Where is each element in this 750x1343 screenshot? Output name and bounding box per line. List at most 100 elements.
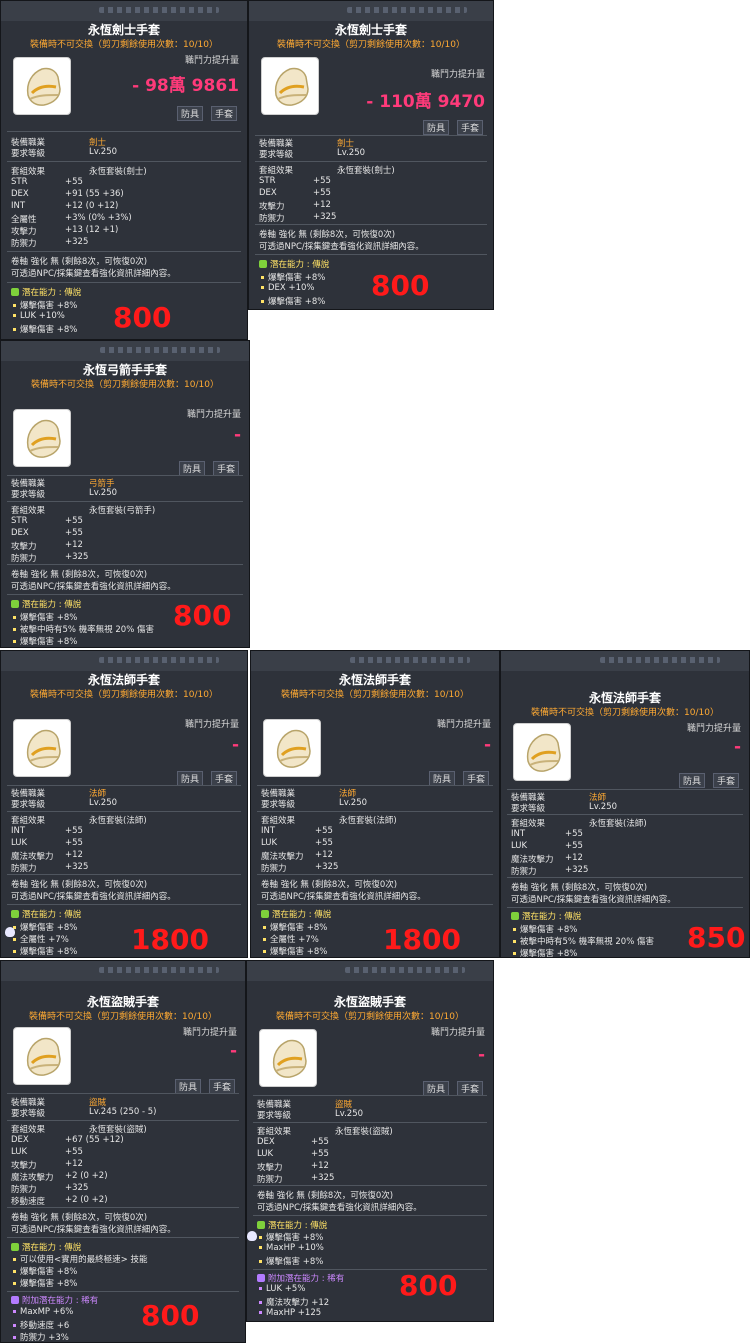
bullet-icon (261, 285, 264, 289)
power-label: 職鬥力提升量 (182, 1028, 237, 1038)
potential-text: 全屬性 +7% (20, 935, 69, 945)
stat-row: 防禦力 +325 (11, 1183, 88, 1195)
stat-value: +325 (65, 1183, 89, 1193)
set-label: 套組效果 (11, 167, 46, 177)
stat-row: 防禦力 +325 (11, 237, 88, 249)
stat-name: 魔法攻擊力 (511, 855, 554, 865)
glove-icon (13, 719, 71, 777)
bonus-potential-badge-icon (11, 1296, 19, 1304)
item-tooltip-card: 永恆盜賊手套 裝備時不可交換（剪刀剩餘使用次數：10/10） 職鬥力提升量 - … (0, 960, 246, 1343)
potential-label: 潛在能力 : 傳說 (272, 910, 332, 920)
stat-value: +55 (65, 516, 83, 526)
level-label: 要求等級 (11, 1109, 46, 1119)
set-row: 套組效果 永恆套裝(法師) (511, 817, 647, 829)
stat-value: +12 (565, 853, 583, 863)
stat-name: 防禦力 (259, 214, 285, 224)
stat-row: LUK +55 (11, 838, 83, 848)
stat-name: 防禦力 (11, 239, 37, 249)
scroll-info: 卷軸 強化 無 (剩餘8次，可恢復0次) (11, 570, 148, 580)
potential-line: 爆擊傷害 +8% (11, 323, 77, 335)
stat-row: 防禦力 +325 (261, 862, 338, 874)
potential-badge-icon (257, 1221, 265, 1229)
stat-row: LUK +55 (261, 838, 333, 848)
stat-value: +55 (65, 1147, 83, 1157)
stat-row: INT +12 (0 +12) (11, 201, 118, 211)
level-row: 要求等級 Lv.250 (11, 798, 117, 810)
potential-text: 爆擊傷害 +8% (268, 273, 326, 283)
npc-info: 可透過NPC/採集鍵查看強化資訊詳細內容。 (261, 892, 426, 902)
stat-row: 攻擊力 +12 (11, 540, 83, 552)
potential-text: 爆擊傷害 +8% (270, 923, 328, 933)
stat-row: 防禦力 +325 (11, 862, 88, 874)
stat-name: INT (11, 826, 26, 836)
bullet-icon (13, 1335, 16, 1339)
bullet-icon (261, 275, 264, 279)
glove-icon (13, 57, 71, 115)
stat-value: +325 (65, 862, 89, 872)
set-value: 永恆套裝(法師) (339, 816, 397, 826)
stat-value: +91 (55 +36) (65, 189, 124, 199)
power-label: 職鬥力提升量 (184, 720, 239, 730)
set-label: 套組效果 (511, 819, 546, 829)
stat-value: +12 (65, 540, 83, 550)
tag-armor: 防具 (174, 1079, 201, 1094)
scroll-info: 卷軸 強化 無 (剩餘8次，可恢復0次) (11, 257, 148, 267)
item-title: 永恆劍士手套 (87, 23, 160, 37)
stat-row: 防禦力 +325 (511, 865, 588, 877)
bullet-icon (513, 951, 516, 955)
potential-text: 爆擊傷害 +8% (266, 1233, 324, 1243)
level-value: Lv.250 (337, 148, 366, 158)
npc-info: 可透過NPC/採集鍵查看強化資訊詳細內容。 (259, 242, 424, 252)
potential-text: 爆擊傷害 +8% (520, 925, 578, 935)
potential-line: 被擊中時有5% 機率無視 20% 傷害 (11, 623, 154, 635)
stat-name: DEX (11, 189, 29, 199)
stat-row: DEX +55 (11, 528, 83, 538)
level-value: Lv.250 (335, 1109, 364, 1119)
npc-info: 可透過NPC/採集鍵查看強化資訊詳細內容。 (11, 269, 176, 279)
potential-line: 爆擊傷害 +8% (259, 271, 325, 283)
item-tooltip-card: 永恆法師手套 裝備時不可交換（剪刀剩餘使用次數：10/10） 職鬥力提升量 - … (0, 650, 248, 958)
stat-row: 攻擊力 +12 (257, 1161, 329, 1173)
tooltip-header-strip (1, 341, 249, 361)
tag-gloves: 手套 (208, 1079, 235, 1094)
set-value: 永恆套裝(法師) (589, 819, 647, 829)
tag-armor: 防具 (678, 773, 705, 788)
bonus-potential-text: MaxHP +125 (266, 1308, 322, 1318)
bullet-icon (13, 639, 16, 643)
tag-gloves: 手套 (210, 771, 237, 786)
item-title: 永恆弓箭手手套 (82, 363, 167, 377)
stat-name: 防禦力 (11, 1185, 37, 1195)
bullet-icon (13, 1281, 16, 1285)
potential-line: 爆擊傷害 +8% (257, 1231, 323, 1243)
tag-gloves: 手套 (456, 120, 483, 135)
stat-row: LUK +55 (11, 1147, 83, 1157)
stat-name: STR (11, 177, 28, 187)
level-row: 要求等級 Lv.250 (261, 798, 367, 810)
power-label: 職鬥力提升量 (430, 1028, 485, 1038)
price-note: 800 (173, 599, 232, 632)
bullet-icon (261, 299, 264, 303)
power-value: - (233, 425, 241, 445)
stat-row: INT +55 (11, 826, 83, 836)
tooltip-header-strip (501, 651, 749, 671)
bullet-icon (263, 925, 266, 929)
tooltip-header-strip (1, 1, 247, 21)
tag-gloves: 手套 (210, 106, 237, 121)
bullet-icon (13, 615, 16, 619)
bullet-icon (13, 303, 16, 307)
stat-row: INT +55 (261, 826, 333, 836)
tag-gloves: 手套 (456, 1081, 483, 1096)
potential-text: 爆擊傷害 +8% (266, 1257, 324, 1267)
potential-line: 爆擊傷害 +8% (11, 1265, 77, 1277)
item-trade-note: 裝備時不可交換（剪刀剩餘使用次數：10/10） (30, 690, 218, 700)
tag-armor: 防具 (176, 771, 203, 786)
potential-text: DEX +10% (268, 283, 315, 293)
potential-title: 潛在能力 : 傳說 (259, 258, 329, 270)
stat-row: LUK +55 (511, 841, 583, 851)
stat-name: LUK (261, 838, 278, 848)
stat-value: +325 (565, 865, 589, 875)
bullet-icon (259, 1235, 262, 1239)
potential-text: 爆擊傷害 +8% (20, 613, 78, 623)
power-value: - (477, 1045, 485, 1065)
power-value: - (231, 735, 239, 755)
